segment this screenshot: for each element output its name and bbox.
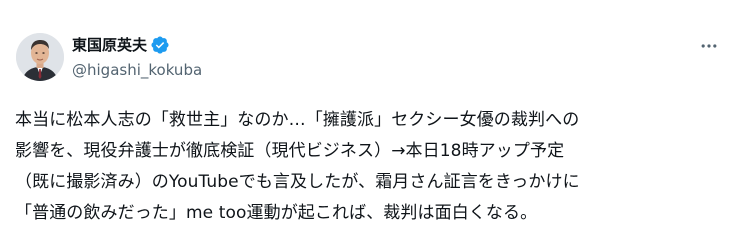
post-text-line: 「普通の飲みだった」me too運動が起これば、裁判は面白くなる。 [15, 203, 538, 223]
post-text: 本当に松本人志の「救世主」なのか…「擁護派」セクシー女優の裁判への 影響を、現役… [15, 105, 730, 229]
author-name-row: 東国原英夫 [72, 34, 170, 56]
author-avatar[interactable] [16, 33, 64, 81]
author-handle[interactable]: @higashi_kokuba [72, 60, 202, 80]
post-text-line: 影響を、現役弁護士が徹底検証（現代ビジネス）→本日18時アップ予定 [15, 141, 565, 161]
post-card: 東国原英夫 @higashi_kokuba 本当に松本人志の「救世主」なのか…「… [0, 0, 737, 243]
person-portrait-icon [16, 33, 64, 81]
more-horizontal-icon [701, 44, 717, 48]
more-options-button[interactable] [692, 34, 726, 58]
author-display-name[interactable]: 東国原英夫 [72, 35, 147, 55]
post-text-line: 本当に松本人志の「救世主」なのか…「擁護派」セクシー女優の裁判への [15, 110, 580, 130]
verified-badge-icon[interactable] [150, 35, 170, 55]
post-text-line: （既に撮影済み）のYouTubeでも言及したが、霜月さん証言をきっかけに [15, 172, 580, 192]
